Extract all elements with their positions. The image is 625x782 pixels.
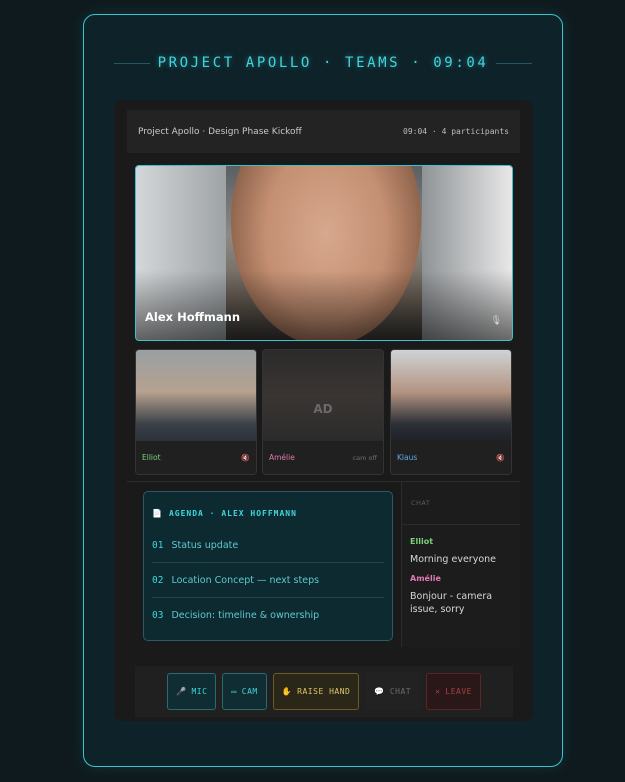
agenda-card: 📄 AGENDA · ALEX HOFFMANN 01 Status updat… xyxy=(143,491,393,641)
participant-label-bar: Amélie cam off xyxy=(263,441,383,474)
camera-icon: ▭ xyxy=(231,687,237,696)
participant-tile-klaus[interactable]: Klaus 🔇 xyxy=(390,349,512,475)
agenda-item-text: Decision: timeline & ownership xyxy=(171,610,320,621)
camera-label: CAM xyxy=(241,687,258,696)
mic-icon: 🎙 xyxy=(490,316,502,326)
participant-video xyxy=(391,350,511,443)
participant-video xyxy=(136,350,256,443)
chat-message: Bonjour - camera issue, sorry xyxy=(410,591,493,615)
participant-label-bar: Klaus 🔇 xyxy=(391,441,511,474)
chat-header: CHAT xyxy=(402,482,520,525)
participant-label-bar: Elliot 🔇 xyxy=(136,441,256,474)
chat-label: CHAT xyxy=(389,687,412,696)
hud-divider-right xyxy=(496,62,532,64)
participant-name: Amélie xyxy=(269,453,295,462)
participant-tile-elliot[interactable]: Elliot 🔇 xyxy=(135,349,257,475)
chat-author: Amélie xyxy=(410,574,441,584)
main-speaker-tile[interactable]: Alex Hoffmann 🎙 xyxy=(135,165,513,341)
leave-label: LEAVE xyxy=(445,687,472,696)
agenda-item-number: 03 xyxy=(152,610,164,621)
participant-initials: AD xyxy=(313,402,333,416)
participant-tile-amelie[interactable]: AD Amélie cam off xyxy=(262,349,384,475)
hud-frame: PROJECT APOLLO · TEAMS · 09:04 Project A… xyxy=(83,14,563,767)
document-icon: 📄 xyxy=(152,509,163,518)
muted-speaker-icon: 🔇 xyxy=(241,453,250,462)
hud-title: PROJECT APOLLO · TEAMS · 09:04 xyxy=(157,55,489,71)
agenda-item-number: 02 xyxy=(152,574,164,586)
mic-button[interactable]: 🎤 MIC xyxy=(167,673,217,710)
agenda-title: AGENDA · ALEX HOFFMANN xyxy=(168,509,297,518)
agenda-header: 📄 AGENDA · ALEX HOFFMANN xyxy=(152,509,384,518)
teams-window: Project Apollo · Design Phase Kickoff 09… xyxy=(114,100,533,721)
agenda-item: 02 Location Concept — next steps xyxy=(152,563,384,598)
meeting-titlebar: Project Apollo · Design Phase Kickoff 09… xyxy=(127,110,520,153)
hand-icon: ✋ xyxy=(281,687,293,696)
chat-bubble-icon: 💬 xyxy=(374,687,385,696)
hud-header: PROJECT APOLLO · TEAMS · 09:04 xyxy=(114,53,532,73)
cam-off-status: cam off xyxy=(352,453,377,462)
call-controls-bar: 🎤 MIC ▭ CAM ✋ RAISE HAND 💬 CHAT ✕ LEAVE xyxy=(135,666,513,717)
close-icon: ✕ xyxy=(435,687,441,696)
chat-author: Elliot xyxy=(410,537,434,546)
agenda-item: 01 Status update xyxy=(152,528,384,563)
agenda-item-text: Location Concept — next steps xyxy=(171,574,320,586)
video-shade xyxy=(136,270,512,340)
agenda-item: 03 Decision: timeline & ownership xyxy=(152,598,384,633)
mic-icon: 🎤 xyxy=(176,687,187,696)
mic-label: MIC xyxy=(191,687,208,696)
meeting-content-area: 📄 AGENDA · ALEX HOFFMANN 01 Status updat… xyxy=(127,481,520,647)
participant-video xyxy=(263,350,383,443)
meeting-title: Project Apollo · Design Phase Kickoff xyxy=(138,126,302,137)
chat-panel[interactable]: CHAT Elliot Morning everyone Amélie Bonj… xyxy=(401,482,520,647)
agenda-list: 01 Status update 02 Location Concept — n… xyxy=(152,528,384,633)
agenda-item-number: 01 xyxy=(152,539,164,551)
main-speaker-name: Alex Hoffmann xyxy=(145,310,241,324)
chat-button[interactable]: 💬 CHAT xyxy=(365,673,421,710)
raise-hand-label: RAISE HAND xyxy=(297,687,351,696)
muted-speaker-icon: 🔇 xyxy=(496,453,505,462)
participant-name: Klaus xyxy=(397,453,418,462)
participant-name: Elliot xyxy=(142,453,161,462)
hud-divider-left xyxy=(114,62,150,64)
agenda-item-text: Status update xyxy=(171,539,239,551)
camera-button[interactable]: ▭ CAM xyxy=(222,673,267,710)
leave-button[interactable]: ✕ LEAVE xyxy=(426,673,481,710)
chat-message: Morning everyone xyxy=(410,554,496,565)
chat-messages: Elliot Morning everyone Amélie Bonjour -… xyxy=(402,525,520,616)
meeting-meta: 09:04 · 4 participants xyxy=(403,127,509,136)
raise-hand-button[interactable]: ✋ RAISE HAND xyxy=(272,673,360,710)
